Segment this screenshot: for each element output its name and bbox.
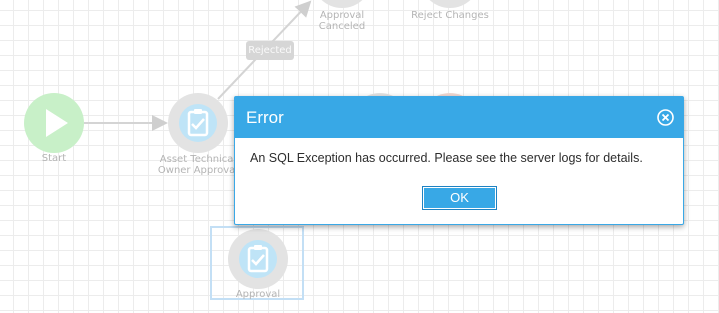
start-node[interactable]	[24, 93, 84, 153]
start-node-label: Start	[41, 153, 67, 164]
error-message: An SQL Exception has occurred. Please se…	[250, 151, 643, 165]
asset-owner-approval-node[interactable]	[168, 93, 228, 153]
dialog-title: Error	[246, 108, 284, 127]
approval-node[interactable]	[228, 229, 288, 289]
asset-owner-approval-label: Asset Technical Owner Approval	[157, 154, 239, 176]
play-icon	[46, 109, 68, 137]
reject-changes-label: Reject Changes	[411, 10, 489, 21]
approval-node-label: Approval	[235, 289, 281, 300]
clipboard-check-icon	[247, 245, 269, 273]
dialog-header: Error	[235, 97, 683, 138]
ok-button[interactable]: OK	[422, 186, 497, 210]
approval-canceled-label: Approval Canceled	[318, 10, 366, 32]
close-icon[interactable]	[657, 109, 674, 126]
error-dialog: Error An SQL Exception has occurred. Ple…	[234, 96, 684, 225]
edge-label-rejected[interactable]: Rejected	[246, 41, 294, 60]
clipboard-check-icon	[187, 109, 209, 137]
